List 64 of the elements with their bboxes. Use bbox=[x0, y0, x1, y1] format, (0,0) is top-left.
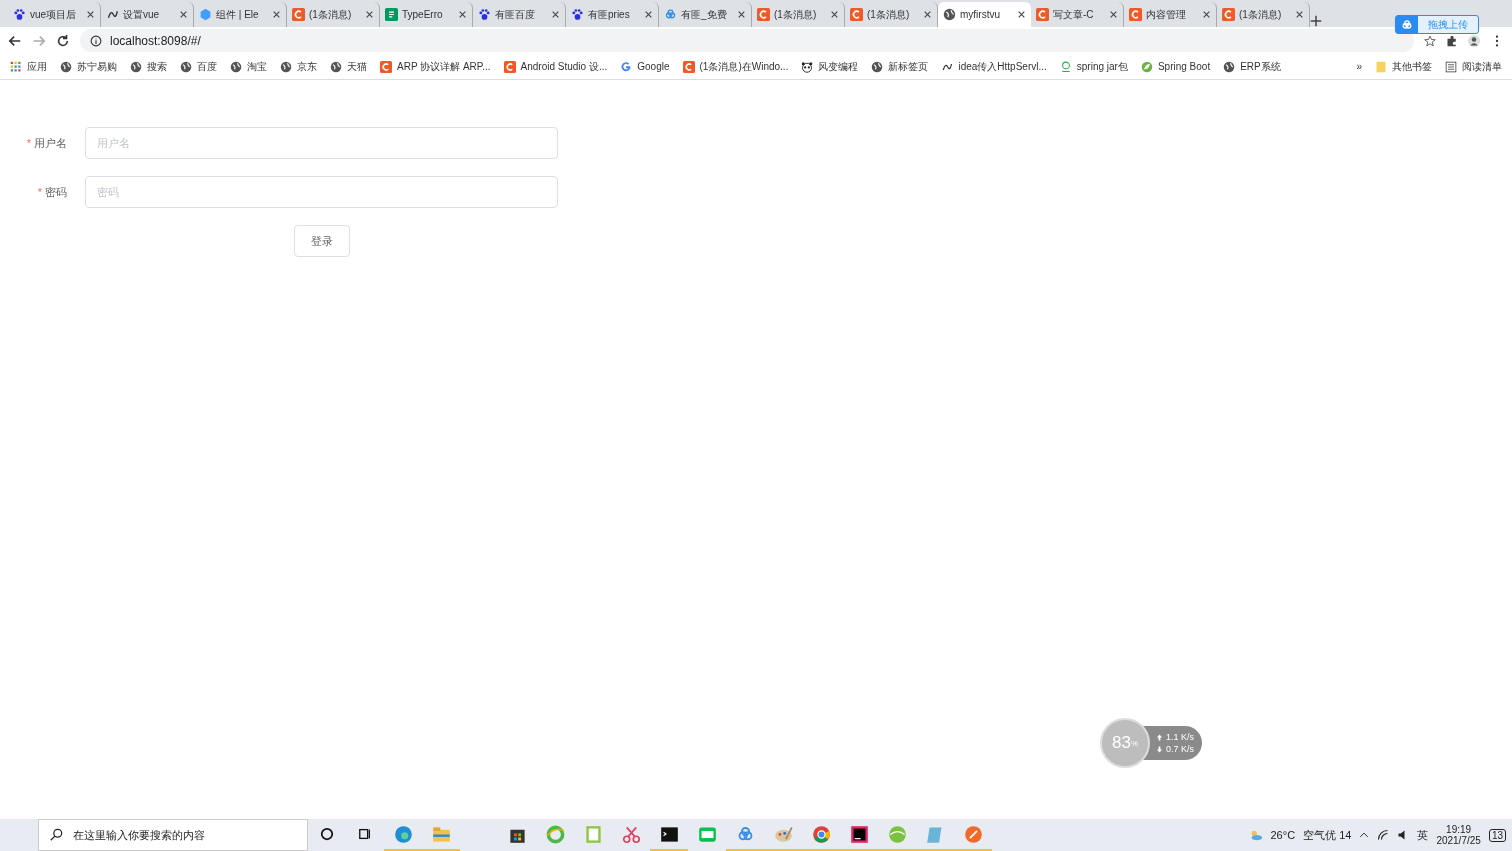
bookmark[interactable]: 天猫 bbox=[347, 59, 367, 74]
bookmark[interactable]: ARP 协议详解 ARP... bbox=[397, 59, 491, 74]
browser-tab[interactable]: (1条消息) bbox=[287, 2, 380, 27]
bookmark-folder[interactable]: 其他书签 bbox=[1392, 59, 1432, 74]
browser-tab[interactable]: 内容管理 bbox=[1124, 2, 1217, 27]
temperature: 26°C bbox=[1270, 829, 1296, 841]
input-field[interactable]: 密码 bbox=[85, 176, 558, 208]
tab-title: 组件 | Ele bbox=[216, 7, 260, 22]
field-label: * 密码 bbox=[36, 184, 68, 200]
browser-tab[interactable]: 有匪pries bbox=[566, 2, 659, 27]
bookmark[interactable]: 应用 bbox=[27, 59, 47, 74]
bookmark[interactable]: 淘宝 bbox=[247, 59, 267, 74]
login-button[interactable]: 登录 bbox=[294, 225, 350, 257]
usage-gauge: 83% bbox=[1100, 718, 1150, 768]
bookmark[interactable]: (1条消息)在Windo... bbox=[699, 59, 789, 74]
bookmark[interactable]: 搜索 bbox=[147, 59, 167, 74]
browser-tab[interactable]: TypeErro bbox=[380, 2, 473, 27]
browser-tab[interactable]: 组件 | Ele bbox=[194, 2, 287, 27]
tab-title: (1条消息) bbox=[1239, 7, 1283, 22]
browser-tab[interactable]: 写文章-C bbox=[1031, 2, 1124, 27]
bookmark[interactable]: Spring Boot bbox=[1157, 61, 1211, 72]
ime-indicator[interactable]: 英 bbox=[1417, 827, 1429, 843]
notification-badge[interactable]: 13 bbox=[1488, 828, 1506, 842]
input-field[interactable]: 用户名 bbox=[85, 127, 558, 159]
address-bar[interactable]: localhost:8098/#/ bbox=[80, 29, 1414, 52]
tab-title: TypeErro bbox=[402, 9, 444, 20]
browser-tab[interactable]: 有匪百度 bbox=[473, 2, 566, 27]
tab-title: 设置vue bbox=[123, 7, 161, 22]
more-bookmarks[interactable]: » bbox=[1356, 61, 1362, 72]
upload-speed: 1.1 K/s bbox=[1166, 732, 1195, 742]
tab-title: 内容管理 bbox=[1146, 7, 1187, 22]
air-quality: 空气优 14 bbox=[1303, 827, 1352, 843]
tab-title: vue项目后 bbox=[30, 7, 78, 22]
bookmark[interactable]: idea传入HttpServl... bbox=[958, 59, 1047, 74]
browser-tab[interactable]: myfirstvu bbox=[938, 2, 1031, 27]
bookmark[interactable]: Google bbox=[637, 61, 670, 72]
field-label: * 用户名 bbox=[25, 135, 68, 151]
browser-tab[interactable]: 有匪_免费 bbox=[659, 2, 752, 27]
tab-title: myfirstvu bbox=[960, 9, 1001, 20]
tab-title: 有匪百度 bbox=[495, 7, 536, 22]
bookmark[interactable]: 苏宁易购 bbox=[77, 59, 117, 74]
tab-title: 写文章-C bbox=[1053, 7, 1095, 22]
bookmark[interactable]: spring jar包 bbox=[1076, 59, 1128, 74]
tab-title: (1条消息) bbox=[867, 7, 911, 22]
browser-tab[interactable]: vue项目后 bbox=[8, 2, 101, 27]
bookmark[interactable]: 百度 bbox=[197, 59, 217, 74]
browser-tab[interactable]: (1条消息) bbox=[752, 2, 845, 27]
url-text: localhost:8098/#/ bbox=[110, 33, 201, 48]
tab-title: 有匪pries bbox=[588, 7, 631, 22]
browser-tab[interactable]: 设置vue bbox=[101, 2, 194, 27]
bookmark[interactable]: ERP系统 bbox=[1240, 59, 1281, 74]
tab-title: 有匪_免费 bbox=[681, 7, 728, 22]
bookmark[interactable]: Android Studio 设... bbox=[520, 59, 608, 74]
bookmark[interactable]: 京东 bbox=[297, 59, 317, 74]
clock[interactable]: 19:19 2021/7/25 bbox=[1436, 824, 1481, 846]
reading-list[interactable]: 阅读清单 bbox=[1462, 59, 1502, 74]
download-speed: 0.7 K/s bbox=[1166, 744, 1195, 754]
browser-tab[interactable]: (1条消息) bbox=[1217, 2, 1310, 27]
search-field[interactable]: 在这里输入你要搜索的内容 bbox=[38, 819, 308, 851]
bookmark[interactable]: 风变编程 bbox=[818, 59, 859, 74]
browser-tab[interactable]: (1条消息) bbox=[845, 2, 938, 27]
tab-title: (1条消息) bbox=[309, 7, 353, 22]
bookmark[interactable]: 新标签页 bbox=[888, 59, 929, 74]
tab-title: (1条消息) bbox=[774, 7, 818, 22]
